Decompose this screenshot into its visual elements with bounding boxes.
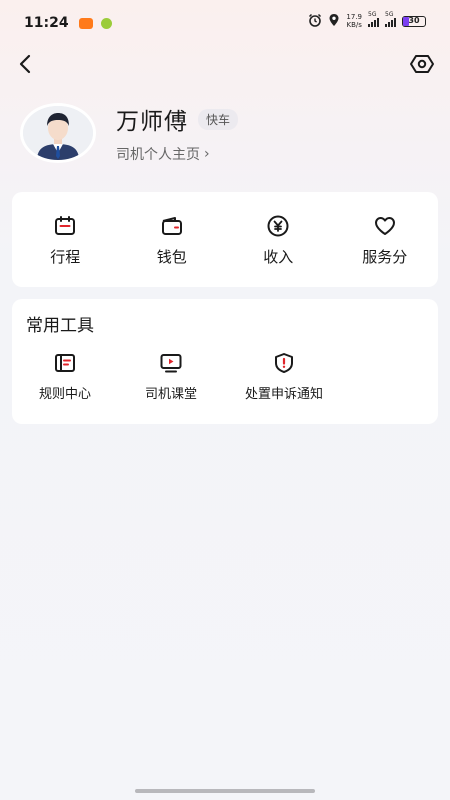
quick-actions-card: 行程 钱包 收入 服务分 [12,192,438,287]
tool-label: 规则中心 [38,387,91,402]
network-speed: 17.9 KB/s [346,13,362,29]
driver-homepage-link[interactable]: 司机个人主页 › [116,144,238,164]
quick-action-label: 钱包 [156,248,187,266]
yen-coin-icon [267,215,289,237]
common-tools-card: 常用工具 规则中心 司机课堂 处置申诉通知 [12,299,438,424]
quick-action-label: 收入 [263,248,294,266]
battery-icon: 30 [402,15,426,27]
quick-action-wallet[interactable]: 钱包 [119,192,226,287]
wallet-icon [161,217,182,235]
battery-level: 30 [408,15,420,25]
video-play-icon [160,354,182,373]
signal-label-1: 5G [368,11,377,18]
status-indicators: 17.9 KB/s 5G 5G 30 [308,11,426,29]
quick-action-trips[interactable]: 行程 [12,192,119,287]
driver-name: 万师傅 [116,109,188,135]
signal-strength-1: 5G [368,11,379,27]
tool-label: 司机课堂 [144,387,197,402]
chevron-right-icon: › [204,146,210,162]
network-speed-unit: KB/s [346,21,362,29]
nav-bar [0,46,450,82]
home-indicator[interactable] [135,789,315,793]
tool-appeal-notice[interactable]: 处置申诉通知 [224,351,344,402]
profile-info: 万师傅 快车 司机个人主页 › [116,102,239,164]
avatar[interactable] [20,103,96,163]
status-time: 11:24 [24,15,69,31]
quick-action-income[interactable]: 收入 [225,192,332,287]
signal-label-2: 5G [385,11,394,18]
tool-rule-center[interactable]: 规则中心 [12,351,118,402]
service-type-badge: 快车 [198,108,239,130]
tool-label: 处置申诉通知 [244,387,323,402]
calendar-icon [55,216,76,235]
quick-action-service-score[interactable]: 服务分 [332,192,439,287]
eye-icon [410,55,434,73]
name-row: 万师傅 快车 [116,102,239,136]
quick-action-label: 服务分 [362,248,408,266]
shield-alert-icon [275,353,293,373]
network-speed-value: 17.9 [346,13,362,21]
status-bar: 11:24 17.9 KB/s 5G 5G 30 [0,0,450,46]
notification-app-icon-2 [100,17,112,29]
notification-app-icon [78,17,93,29]
tool-driver-class[interactable]: 司机课堂 [118,351,224,402]
heart-icon [374,217,395,235]
location-icon [328,13,340,29]
quick-action-label: 行程 [50,248,81,266]
driver-profile: 万师傅 快车 司机个人主页 › [20,102,239,164]
alarm-icon [308,13,322,29]
signal-strength-2: 5G [385,11,396,27]
tools-list: 规则中心 司机课堂 处置申诉通知 [12,351,344,402]
homepage-link-label: 司机个人主页 [116,147,200,163]
back-button[interactable] [14,52,38,76]
preview-button[interactable] [408,50,436,78]
tools-section-title: 常用工具 [26,316,94,336]
rulebook-icon [55,354,75,372]
chevron-left-icon [19,54,31,74]
